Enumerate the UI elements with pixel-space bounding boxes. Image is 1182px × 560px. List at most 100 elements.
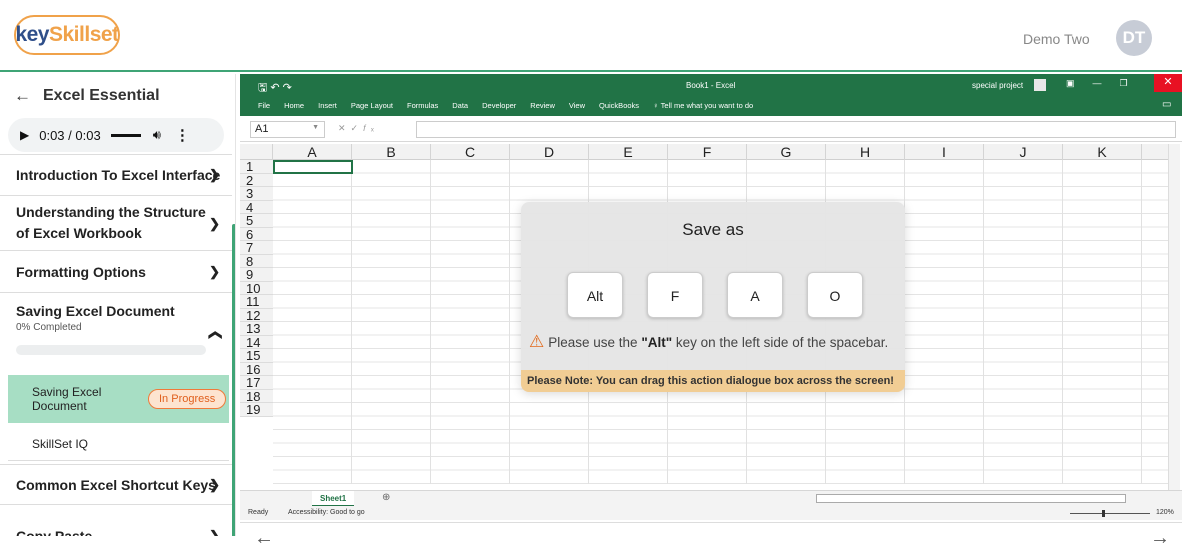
row-header[interactable]: 11 (240, 295, 273, 309)
row-header[interactable]: 8 (240, 255, 273, 268)
quick-access-toolbar[interactable]: 🖫↶↷ (258, 79, 295, 98)
lesson-item-saving-document[interactable]: Saving Excel Document In Progress (8, 375, 229, 423)
play-icon[interactable]: ▶ (20, 128, 29, 142)
section-label: Understanding the Structure of Excel Wor… (16, 204, 206, 241)
status-badge: In Progress (148, 389, 227, 409)
row-header[interactable]: 16 (240, 363, 273, 376)
column-header[interactable]: H (826, 144, 905, 160)
section-formatting[interactable]: Formatting Options ❯ (0, 251, 232, 293)
ribbon-tab[interactable]: Insert (318, 101, 337, 110)
dialog-hint: ⚠ Please use the "Alt" key on the left si… (529, 332, 889, 351)
zoom-level[interactable]: 120% (1156, 509, 1174, 516)
section-copy-paste[interactable]: Copy Paste ❯ (0, 505, 232, 536)
row-header[interactable]: 17 (240, 376, 273, 390)
chevron-down-icon: ❯ (209, 263, 220, 279)
avatar[interactable]: DT (1116, 20, 1152, 56)
window-controls[interactable]: ▣—❐ (1066, 78, 1146, 89)
lesson-label: SkillSet IQ (32, 437, 89, 451)
keyskillset-logo[interactable]: key Skillset (14, 15, 120, 55)
row-header[interactable]: 5 (240, 214, 273, 228)
sidebar-scrollbar[interactable] (232, 224, 235, 536)
add-sheet-icon[interactable]: ⊕ (382, 492, 390, 503)
ribbon-tab[interactable]: Data (452, 101, 468, 110)
section-shortcut-keys[interactable]: Common Excel Shortcut Keys ❯ (0, 465, 232, 505)
row-header[interactable]: 2 (240, 174, 273, 187)
comment-icon[interactable]: ▭ (1162, 99, 1171, 110)
column-header[interactable]: A (273, 144, 352, 160)
horizontal-scrollbar[interactable] (816, 494, 1126, 503)
column-header[interactable]: C (431, 144, 510, 160)
key-a: A (727, 272, 783, 318)
sheet-tab-bar: Sheet1 ⊕ (240, 490, 1182, 507)
section-progress-bar (16, 345, 206, 355)
formula-input[interactable] (416, 121, 1176, 138)
selected-cell-a1[interactable] (273, 160, 353, 174)
section-workbook-structure[interactable]: Understanding the Structure of Excel Wor… (0, 196, 232, 251)
status-ready: Ready (248, 509, 269, 516)
more-options-icon[interactable]: ⋮ (175, 126, 190, 144)
row-header[interactable]: 19 (240, 403, 273, 417)
close-icon[interactable]: ✕ (1154, 74, 1182, 92)
formula-icons[interactable]: ✕✓𝑓ₓ (338, 123, 379, 134)
row-header[interactable]: 10 (240, 282, 273, 295)
action-dialog[interactable]: Save as Alt F A O ⚠ Please use the "Alt" … (521, 202, 905, 392)
ribbon-tab[interactable]: ♀ Tell me what you want to do (653, 101, 753, 110)
row-header[interactable]: 9 (240, 268, 273, 282)
row-header[interactable]: 13 (240, 322, 273, 336)
account-name: special project (972, 81, 1024, 90)
audio-time: 0:03 / 0:03 (39, 127, 101, 143)
key-alt: Alt (567, 272, 623, 318)
column-header[interactable]: D (510, 144, 589, 160)
ribbon-tab[interactable]: Home (284, 101, 304, 110)
ribbon-tab[interactable]: Developer (482, 101, 516, 110)
row-header[interactable]: 1 (240, 160, 273, 174)
column-header[interactable]: B (352, 144, 431, 160)
back-arrow-icon[interactable]: ← (14, 86, 31, 106)
ribbon-tab[interactable]: Page Layout (351, 101, 393, 110)
key-o: O (807, 272, 863, 318)
sheet-tab[interactable]: Sheet1 (312, 491, 355, 507)
ribbon-tab[interactable]: View (569, 101, 585, 110)
vertical-scrollbar[interactable] (1168, 144, 1180, 490)
row-header[interactable]: 14 (240, 336, 273, 349)
next-arrow-icon[interactable]: → (1150, 527, 1170, 550)
row-header[interactable]: 18 (240, 390, 273, 403)
window-title: Book1 - Excel (686, 81, 736, 90)
column-header[interactable]: I (905, 144, 984, 160)
lesson-item-skillset-iq[interactable]: SkillSet IQ (8, 423, 229, 461)
ribbon-tab[interactable]: QuickBooks (599, 101, 639, 110)
column-header[interactable]: F (668, 144, 747, 160)
status-bar: Ready Accessibility: Good to go 120% (240, 506, 1182, 520)
bottom-navigation: ← → (240, 522, 1182, 560)
lesson-label: Saving Excel Document (32, 385, 102, 413)
row-header[interactable]: 3 (240, 187, 273, 201)
row-headers: 1 2 3 4 5 6 7 8 9 10 11 12 13 14 15 16 17 18 19 (240, 160, 273, 417)
row-header[interactable]: 15 (240, 349, 273, 363)
row-header[interactable]: 6 (240, 228, 273, 241)
section-saving-document[interactable]: Saving Excel Document 0% Completed ❯ Sav… (0, 293, 232, 465)
section-introduction[interactable]: Introduction To Excel Interface ❯ (0, 154, 232, 196)
accessibility-status[interactable]: Accessibility: Good to go (288, 509, 365, 516)
name-box[interactable]: A1 ▼ (250, 121, 325, 138)
column-header[interactable]: J (984, 144, 1063, 160)
ribbon-tab[interactable]: Formulas (407, 101, 438, 110)
chevron-down-icon: ❯ (209, 167, 220, 182)
audio-progress-bar[interactable] (110, 133, 141, 137)
volume-icon[interactable]: 🔊︎ (153, 127, 161, 143)
account-icon[interactable] (1034, 79, 1046, 91)
select-all-corner[interactable] (240, 144, 273, 160)
row-header[interactable]: 12 (240, 309, 273, 322)
column-header[interactable]: E (589, 144, 668, 160)
column-header[interactable]: K (1063, 144, 1142, 160)
zoom-slider-knob[interactable] (1102, 510, 1105, 517)
section-label: Saving Excel Document (16, 303, 175, 319)
zoom-slider[interactable] (1070, 513, 1150, 514)
row-header[interactable]: 4 (240, 201, 273, 214)
ribbon-tab[interactable]: Review (530, 101, 555, 110)
row-header[interactable]: 7 (240, 241, 273, 255)
previous-arrow-icon[interactable]: ← (254, 527, 274, 550)
chevron-up-icon: ❯ (206, 329, 222, 341)
column-headers: ABCDEFGHIJK (240, 144, 1175, 160)
ribbon-tab[interactable]: File (258, 101, 270, 110)
column-header[interactable]: G (747, 144, 826, 160)
